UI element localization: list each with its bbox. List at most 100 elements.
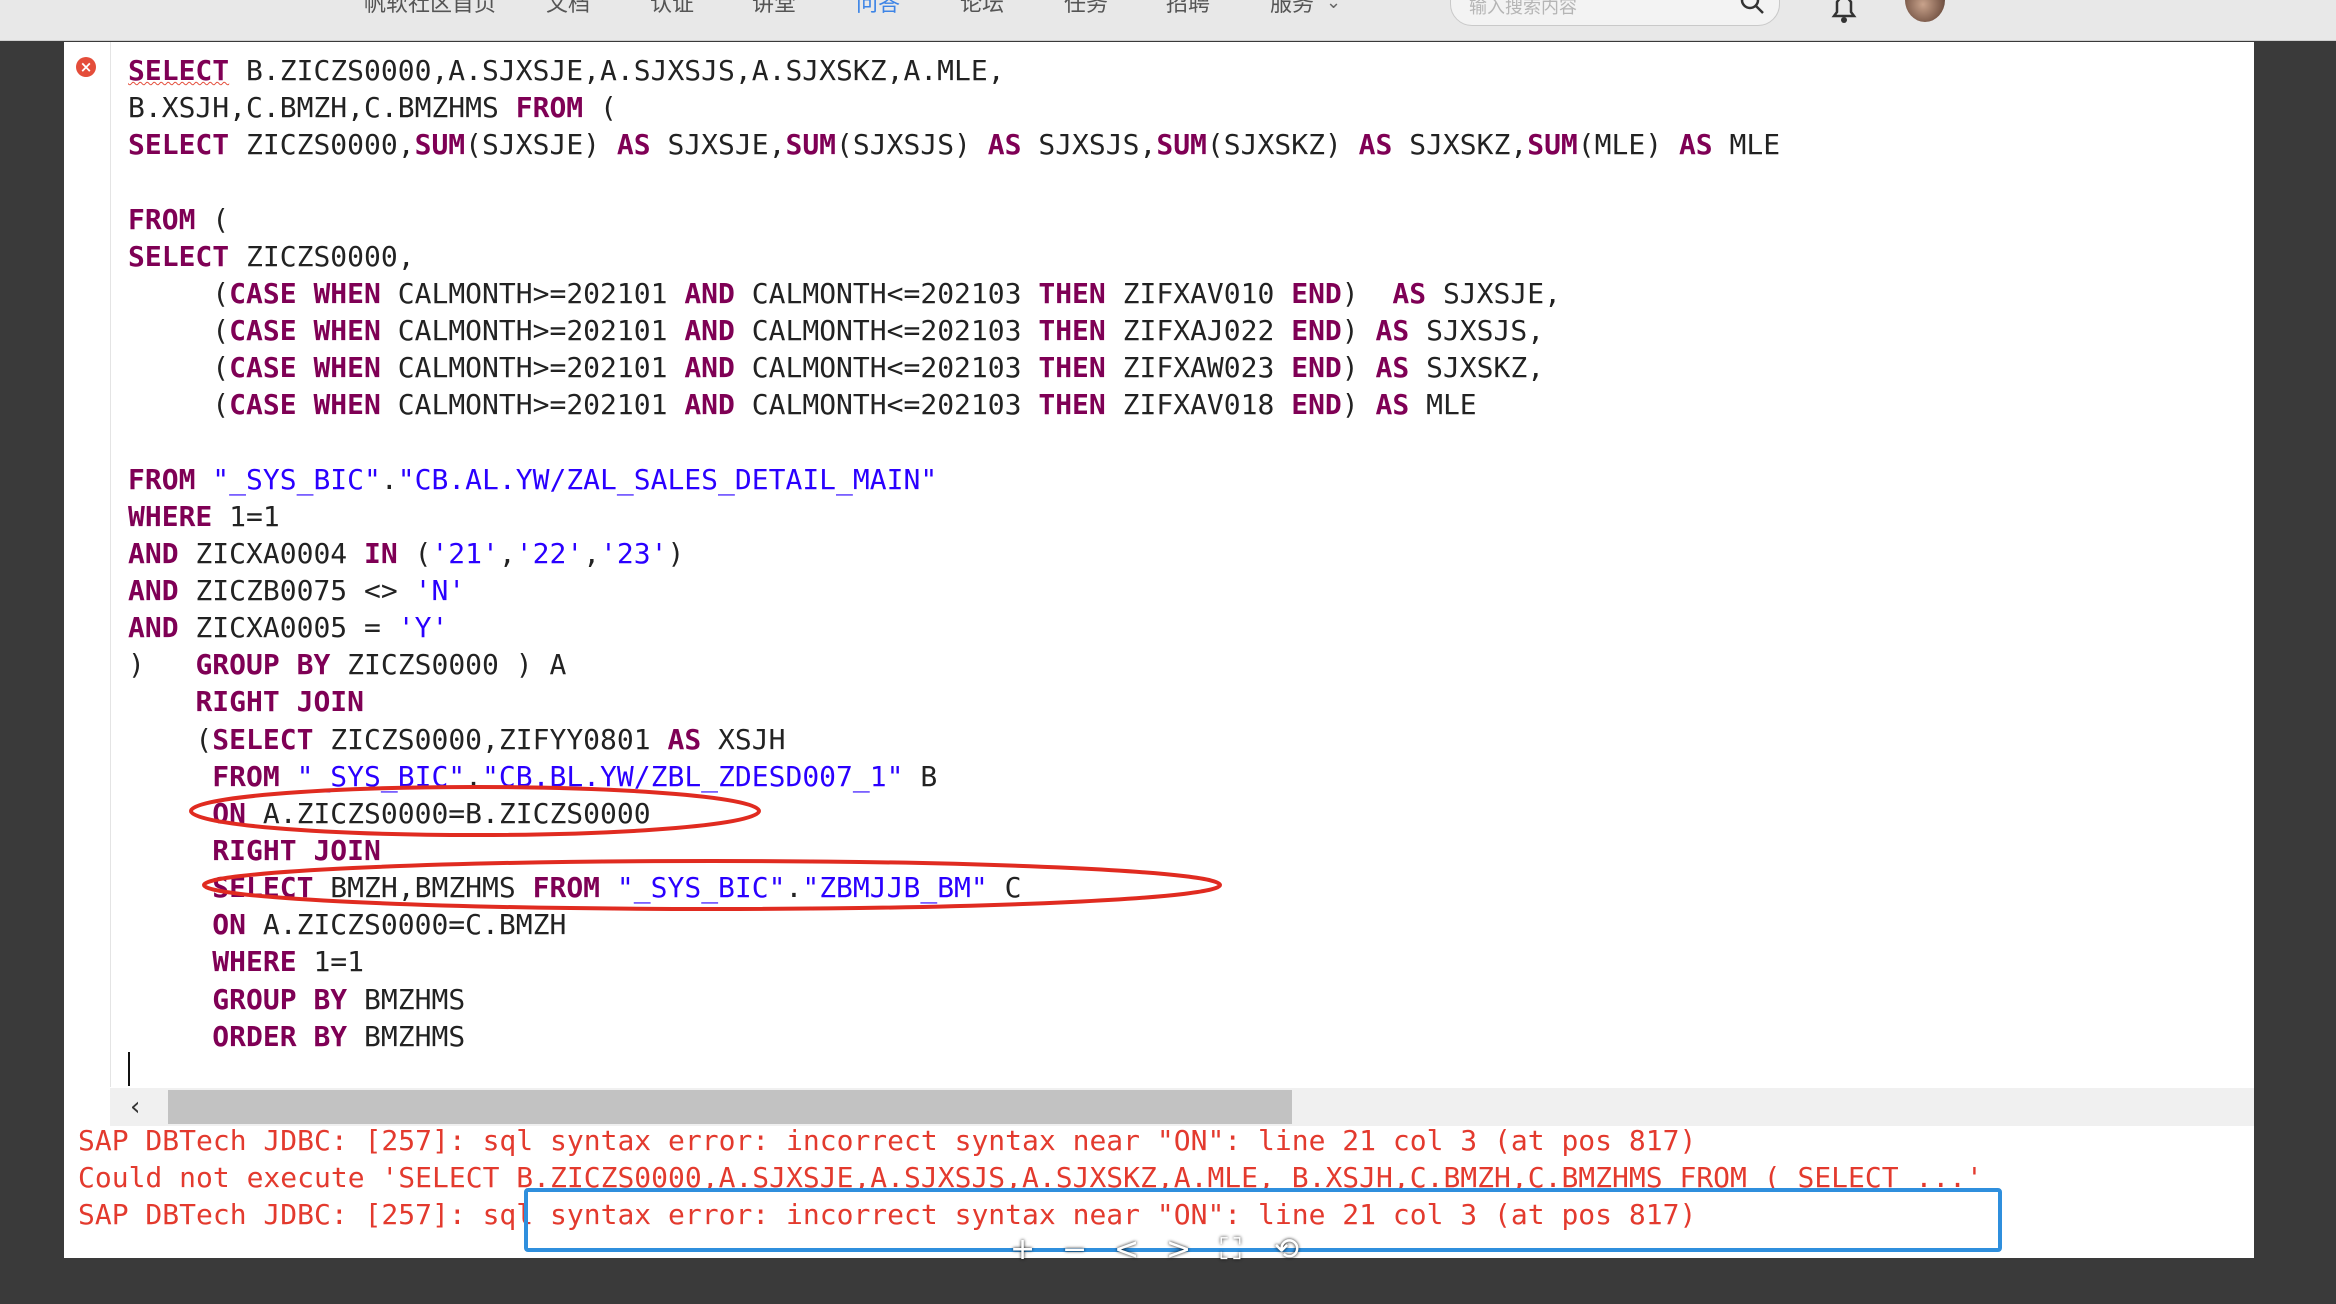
code-line: (CASE WHEN CALMONTH>=202101 AND CALMONTH…	[128, 275, 2254, 312]
sql-text: CALMONTH>=202101	[380, 351, 685, 385]
nav-item-services[interactable]: 服务	[1270, 0, 1314, 18]
bell-icon[interactable]	[1828, 0, 1860, 29]
search-icon[interactable]	[1739, 0, 1765, 20]
nav-item-home[interactable]: 帆软社区首页	[364, 0, 496, 18]
search-input[interactable]: 输入搜索内容	[1450, 0, 1780, 26]
sql-text: CALMONTH>=202101	[380, 313, 685, 347]
sql-keyword: FROM	[128, 202, 196, 236]
console-line: Could not execute 'SELECT B.ZICZS0000,A.…	[78, 1161, 1983, 1194]
nav-item-tasks[interactable]: 任务	[1064, 0, 1108, 18]
sql-text: ZICXA0004	[178, 536, 365, 570]
sql-text: .	[785, 871, 803, 905]
sql-keyword: SUM	[414, 128, 466, 162]
sql-keyword: SUM	[785, 128, 837, 162]
sql-keyword: AND	[128, 573, 179, 607]
code-line: ORDER BY BMZHMS	[128, 1018, 2254, 1055]
sql-text: ,	[583, 536, 601, 570]
sql-keyword: AND	[684, 313, 735, 347]
sql-keyword: SUM	[1527, 128, 1578, 162]
code-line: AND ZICXA0004 IN ('21','22','23')	[128, 535, 2254, 572]
sql-keyword: WHERE	[128, 499, 213, 533]
sql-text: (	[583, 91, 617, 125]
sql-text: SJXSJE,	[1426, 276, 1561, 310]
sql-text: A.ZICZS0000=B.ZICZS0000	[246, 796, 651, 830]
sql-keyword: AS	[616, 128, 651, 162]
prev-icon[interactable]: <	[1114, 1232, 1139, 1267]
viewer-toolbar: + − < > ⛶ ⟲	[1010, 1232, 1310, 1267]
avatar[interactable]	[1905, 0, 1945, 22]
sql-text: MLE	[1712, 128, 1781, 162]
sql-string: "CB.AL.YW/ZAL_SALES_DETAIL_MAIN"	[397, 462, 938, 496]
code-line: SELECT ZICZS0000,SUM(SJXSJE) AS SJXSJE,S…	[128, 126, 2254, 163]
nav-item-lectures[interactable]: 讲堂	[752, 0, 796, 18]
nav-item-qa[interactable]: 问答	[856, 0, 900, 18]
chevron-down-icon[interactable]: ⌄	[1326, 0, 1341, 13]
sql-keyword: CASE	[229, 351, 297, 385]
code-line: (CASE WHEN CALMONTH>=202101 AND CALMONTH…	[128, 386, 2254, 423]
sql-text: CALMONTH>=202101	[380, 388, 685, 422]
sql-text: )	[667, 536, 685, 570]
sql-text: CALMONTH<=202103	[734, 351, 1039, 385]
editor-gutter: ×	[64, 42, 111, 1087]
code-line: (SELECT ZICZS0000,ZIFYY0801 AS XSJH	[128, 721, 2254, 758]
sql-text: .	[465, 759, 483, 793]
sql-keyword: FROM	[515, 91, 584, 125]
sql-string: '22'	[515, 536, 584, 570]
next-icon[interactable]: >	[1166, 1232, 1191, 1267]
sql-editor[interactable]: × SELECT B.ZICZS0000,A.SJXSJE,A.SJXSJS,A…	[64, 42, 2254, 1258]
sql-keyword: AS	[987, 128, 1022, 162]
sql-text: (SJXSJS)	[836, 128, 988, 162]
error-marker-icon[interactable]: ×	[76, 57, 96, 77]
sql-text: (	[128, 276, 230, 310]
code-line: AND ZICZB0075 <> 'N'	[128, 572, 2254, 609]
nav-item-forum[interactable]: 论坛	[960, 0, 1004, 18]
sql-text: ZICZS0000,	[229, 128, 415, 162]
fullscreen-icon[interactable]: ⛶	[1220, 1232, 1241, 1267]
sql-text: BMZHMS	[347, 1019, 466, 1053]
nav-item-jobs[interactable]: 招聘	[1166, 0, 1210, 18]
sql-keyword: SELECT	[128, 239, 230, 273]
sql-text: )	[1341, 351, 1376, 385]
code-line: WHERE 1=1	[128, 498, 2254, 535]
nav-item-docs[interactable]: 文档	[546, 0, 590, 18]
sql-keyword: AS	[1678, 128, 1713, 162]
scrollbar-thumb[interactable]	[168, 1090, 1292, 1124]
sql-keyword: ORDER	[212, 1019, 297, 1053]
sql-text: ZICZS0000 ) A	[330, 648, 567, 682]
code-line: FROM "_SYS_BIC"."CB.BL.YW/ZBL_ZDESD007_1…	[128, 758, 2254, 795]
horizontal-scrollbar[interactable]: ‹	[110, 1088, 2254, 1126]
nav-item-cert[interactable]: 认证	[650, 0, 694, 18]
code-area[interactable]: SELECT B.ZICZS0000,A.SJXSJE,A.SJXSJS,A.S…	[128, 52, 2254, 1055]
sql-text: ZIFXAV018	[1105, 388, 1292, 422]
sql-keyword: RIGHT	[212, 833, 297, 867]
sql-text: CALMONTH>=202101	[380, 276, 685, 310]
scroll-left-arrow-icon[interactable]: ‹	[130, 1092, 140, 1122]
sql-keyword: GROUP	[195, 648, 280, 682]
sql-keyword: END	[1291, 351, 1342, 385]
sql-keyword: ON	[212, 908, 247, 942]
rotate-icon[interactable]: ⟲	[1274, 1232, 1299, 1267]
zoom-out-icon[interactable]: −	[1062, 1232, 1087, 1267]
sql-text: (	[128, 388, 230, 422]
sql-keyword: JOIN	[313, 833, 381, 867]
sql-keyword: SELECT	[212, 722, 314, 756]
sql-text: B.XSJH,C.BMZH,C.BMZHMS	[128, 91, 516, 125]
search-placeholder: 输入搜索内容	[1469, 0, 1577, 18]
sql-keyword: JOIN	[296, 685, 365, 719]
zoom-in-icon[interactable]: +	[1010, 1232, 1035, 1267]
sql-keyword: CASE	[229, 276, 297, 310]
sql-keyword: CASE	[229, 313, 297, 347]
code-line: (CASE WHEN CALMONTH>=202101 AND CALMONTH…	[128, 312, 2254, 349]
sql-text: SJXSJS,	[1409, 313, 1545, 347]
sql-text: ,	[498, 536, 516, 570]
